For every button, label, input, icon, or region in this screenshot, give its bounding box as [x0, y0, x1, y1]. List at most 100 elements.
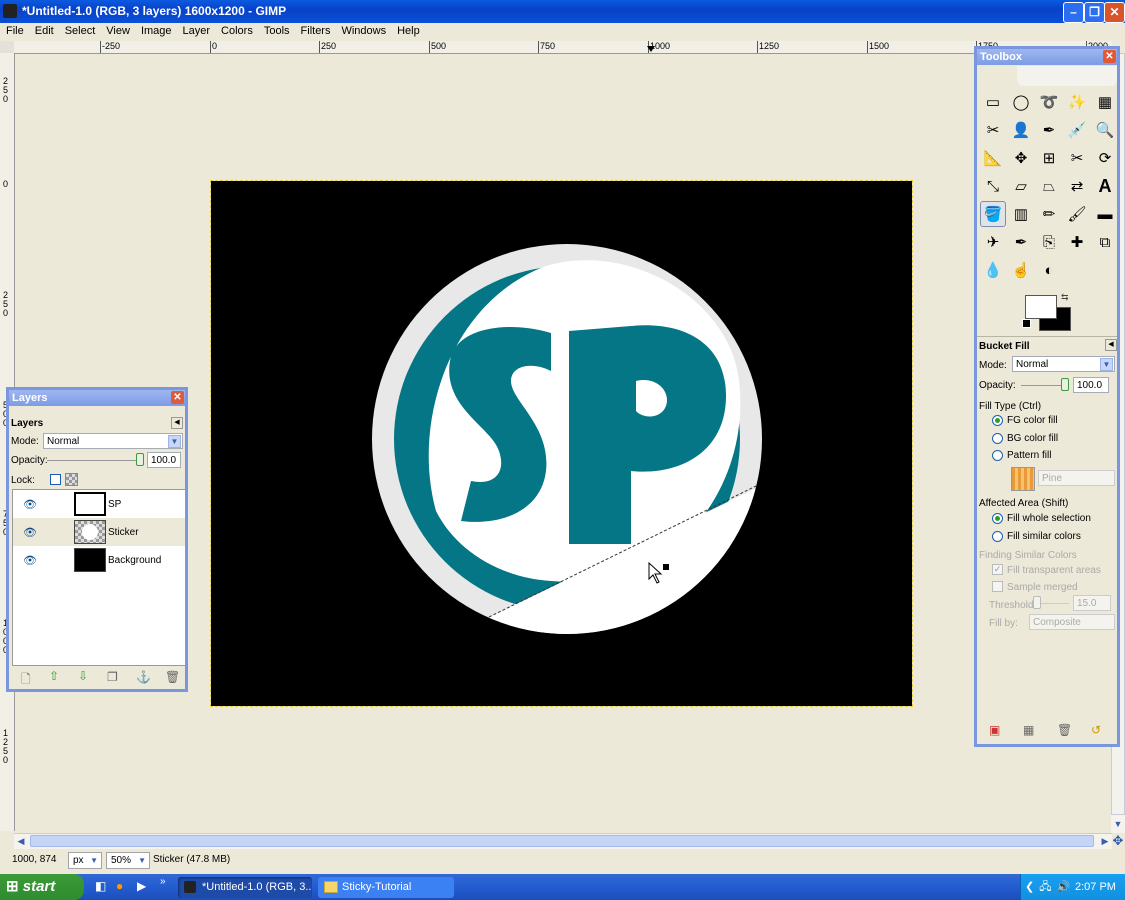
bucket-opacity-input[interactable]: 100.0 — [1073, 377, 1109, 393]
show-desktop-icon[interactable]: ◧ — [95, 879, 106, 893]
fill-similar-colors-label[interactable]: Fill similar colors — [1007, 531, 1081, 542]
close-icon[interactable]: ✕ — [171, 391, 184, 404]
menu-edit[interactable]: Edit — [29, 23, 59, 37]
color-picker-icon[interactable]: 💉 — [1064, 117, 1090, 143]
clock[interactable]: 2:07 PM — [1075, 874, 1116, 900]
tray-expand-icon[interactable]: ❮ — [1025, 881, 1034, 893]
pattern-fill-radio[interactable] — [992, 450, 1003, 461]
lock-alpha-icon[interactable] — [65, 473, 78, 486]
unit-selector[interactable]: px ▼ — [68, 852, 102, 869]
close-icon[interactable]: ✕ — [1103, 50, 1116, 63]
blend-icon[interactable]: ▥ — [1008, 201, 1034, 227]
perspective-clone-icon[interactable]: ⧉ — [1092, 229, 1118, 255]
firefox-icon[interactable]: ● — [116, 879, 123, 893]
horizontal-scrollbar[interactable]: ◀ ▶ — [14, 833, 1112, 849]
layer-name[interactable]: SP — [108, 499, 121, 510]
menu-image[interactable]: Image — [135, 23, 177, 37]
rect-select-icon[interactable]: ▭ — [980, 89, 1006, 115]
maximize-button[interactable]: ❐ — [1084, 2, 1105, 23]
delete-layer-icon[interactable]: 🗑 — [165, 670, 180, 684]
navigate-icon[interactable]: ✥ — [1111, 833, 1125, 848]
fill-similar-colors-radio[interactable] — [992, 531, 1003, 542]
toolbox-titlebar[interactable]: Toolbox ✕ — [977, 49, 1117, 65]
pencil-icon[interactable]: ✏ — [1036, 201, 1062, 227]
clone-icon[interactable]: ⎘ — [1036, 229, 1062, 255]
scroll-right-icon[interactable]: ▶ — [1098, 834, 1112, 848]
bucket-opacity-knob[interactable] — [1061, 378, 1069, 391]
eye-icon[interactable]: 👁 — [23, 498, 37, 511]
menu-layer[interactable]: Layer — [177, 23, 216, 37]
taskbar-item-folder[interactable]: Sticky-Tutorial — [318, 877, 454, 898]
swap-colors-icon[interactable]: ⇆ — [1061, 292, 1069, 303]
opacity-slider-knob[interactable] — [136, 453, 144, 466]
flip-icon[interactable]: ⇄ — [1064, 173, 1090, 199]
close-button[interactable]: ✕ — [1104, 2, 1125, 23]
ellipse-select-icon[interactable]: ◯ — [1008, 89, 1034, 115]
paths-icon[interactable]: ✒ — [1036, 117, 1062, 143]
color-select-icon[interactable]: ▦ — [1092, 89, 1118, 115]
menu-tools[interactable]: Tools — [258, 23, 295, 37]
fuzzy-select-icon[interactable]: ✨ — [1064, 89, 1090, 115]
layers-dialog-titlebar[interactable]: Layers ✕ — [9, 390, 185, 406]
layer-row[interactable]: 👁 SP — [13, 490, 185, 518]
default-colors-icon[interactable] — [1022, 319, 1031, 328]
eye-icon[interactable]: 👁 — [23, 526, 37, 539]
smudge-icon[interactable]: ☝ — [1008, 257, 1034, 283]
eye-icon[interactable]: 👁 — [23, 554, 37, 567]
menu-filters[interactable]: Filters — [295, 23, 336, 37]
media-player-icon[interactable]: ▶ — [137, 879, 146, 893]
move-icon[interactable]: ✥ — [1008, 145, 1034, 171]
pattern-swatch[interactable] — [1011, 467, 1035, 491]
bucket-mode-select[interactable]: Normal ▼ — [1012, 356, 1115, 372]
fg-fill-label[interactable]: FG color fill — [1007, 415, 1058, 426]
rotate-icon[interactable]: ⟳ — [1092, 145, 1118, 171]
layer-mode-select[interactable]: Normal ▼ — [43, 433, 183, 449]
eraser-icon[interactable]: ▬ — [1092, 201, 1118, 227]
layer-row[interactable]: 👁 Background — [13, 546, 185, 574]
shear-icon[interactable]: ▱ — [1008, 173, 1034, 199]
opacity-slider[interactable] — [47, 460, 137, 461]
new-layer-icon[interactable]: 🗋 — [21, 670, 31, 691]
image-canvas[interactable] — [210, 180, 913, 707]
layer-row-selected[interactable]: 👁 Sticker — [13, 518, 185, 546]
scale-icon[interactable]: ⤡ — [980, 173, 1006, 199]
free-select-icon[interactable]: ➰ — [1036, 89, 1062, 115]
ink-icon[interactable]: ✒ — [1008, 229, 1034, 255]
quicklaunch-expand-icon[interactable]: » — [160, 876, 166, 887]
fill-whole-selection-radio[interactable] — [992, 513, 1003, 524]
foreground-select-icon[interactable]: 👤 — [1008, 117, 1034, 143]
paintbrush-icon[interactable]: 🖌 — [1064, 201, 1090, 227]
fill-whole-selection-label[interactable]: Fill whole selection — [1007, 513, 1091, 524]
fg-fill-radio[interactable] — [992, 415, 1003, 426]
scroll-down-icon[interactable]: ▼ — [1111, 817, 1125, 831]
foreground-color-swatch[interactable] — [1025, 295, 1057, 319]
zoom-selector[interactable]: 50% ▼ — [106, 852, 150, 869]
minimize-button[interactable]: – — [1063, 2, 1084, 23]
taskbar-item-gimp[interactable]: *Untitled-1.0 (RGB, 3... — [178, 877, 312, 898]
network-icon[interactable]: 🖧 — [1039, 881, 1051, 893]
menu-view[interactable]: View — [100, 23, 135, 37]
bg-fill-radio[interactable] — [992, 433, 1003, 444]
raise-layer-icon[interactable]: ⇧ — [49, 669, 59, 683]
tab-menu-icon[interactable]: ◀ — [1105, 339, 1117, 351]
bucket-fill-icon[interactable]: 🪣 — [980, 201, 1006, 227]
perspective-icon[interactable]: ⏢ — [1036, 173, 1062, 199]
crop-icon[interactable]: ✂ — [1064, 145, 1090, 171]
horizontal-scroll-thumb[interactable] — [30, 835, 1094, 847]
scissors-icon[interactable]: ✂ — [980, 117, 1006, 143]
lower-layer-icon[interactable]: ⇩ — [78, 669, 88, 683]
menu-help[interactable]: Help — [391, 23, 425, 37]
pattern-fill-label[interactable]: Pattern fill — [1007, 450, 1051, 461]
bg-fill-label[interactable]: BG color fill — [1007, 433, 1058, 444]
align-icon[interactable]: ⊞ — [1036, 145, 1062, 171]
duplicate-layer-icon[interactable]: ❐ — [107, 670, 118, 684]
save-options-icon[interactable]: ▣ — [989, 723, 1000, 737]
start-button[interactable]: ⊞ start — [0, 874, 84, 900]
text-icon[interactable]: A — [1092, 173, 1118, 199]
lock-pixels-checkbox[interactable] — [50, 474, 61, 485]
dodge-burn-icon[interactable]: ◐ — [1036, 257, 1062, 283]
blur-icon[interactable]: 💧 — [980, 257, 1006, 283]
airbrush-icon[interactable]: ✈ — [980, 229, 1006, 255]
layer-name[interactable]: Sticker — [108, 527, 139, 538]
reset-options-icon[interactable]: ↺ — [1091, 723, 1101, 737]
